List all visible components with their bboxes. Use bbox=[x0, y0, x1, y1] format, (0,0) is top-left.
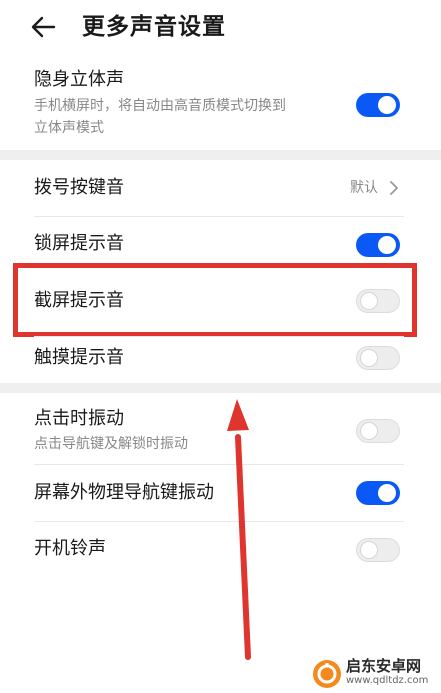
click-vibration-label: 点击时振动 bbox=[34, 408, 124, 429]
nav-key-vibration-toggle[interactable] bbox=[356, 481, 400, 505]
stealth-stereo-desc-line1: 手机横屏时，将自动由高音质模式切换到 bbox=[34, 98, 286, 114]
page-title: 更多声音设置 bbox=[82, 14, 226, 40]
click-vibration-desc: 点击导航键及解锁时振动 bbox=[34, 436, 188, 452]
dial-tone-label: 拨号按键音 bbox=[34, 177, 124, 198]
section-divider bbox=[0, 150, 441, 160]
lock-sound-label: 锁屏提示音 bbox=[34, 233, 124, 254]
watermark-url: www.qdltdz.com bbox=[346, 675, 429, 686]
divider bbox=[34, 216, 404, 217]
dial-tone-value: 默认 bbox=[350, 180, 378, 196]
header: 更多声音设置 bbox=[0, 0, 441, 58]
divider bbox=[34, 336, 404, 337]
annotation-arrow bbox=[227, 399, 251, 660]
stealth-stereo-desc-line2: 立体声模式 bbox=[34, 120, 104, 136]
nav-key-vibration-label: 屏幕外物理导航键振动 bbox=[34, 482, 214, 503]
stealth-stereo-label: 隐身立体声 bbox=[34, 69, 124, 90]
boot-ringtone-label: 开机铃声 bbox=[34, 538, 106, 559]
touch-sound-label: 触摸提示音 bbox=[34, 347, 124, 368]
watermark: 启东安卓网 www.qdltdz.com bbox=[306, 655, 438, 691]
section-divider bbox=[0, 383, 441, 393]
touch-sound-toggle[interactable] bbox=[356, 346, 400, 370]
click-vibration-toggle[interactable] bbox=[356, 419, 400, 443]
highlight-box bbox=[13, 263, 417, 337]
boot-ringtone-toggle[interactable] bbox=[356, 538, 400, 562]
back-button[interactable] bbox=[26, 10, 60, 44]
divider bbox=[34, 521, 404, 522]
watermark-logo-icon bbox=[313, 660, 341, 688]
lock-sound-toggle[interactable] bbox=[356, 233, 400, 257]
stealth-stereo-toggle[interactable] bbox=[356, 93, 400, 117]
arrow-left-icon bbox=[31, 16, 56, 38]
watermark-name: 启东安卓网 bbox=[346, 657, 422, 675]
chevron-right-icon bbox=[390, 181, 398, 195]
divider bbox=[34, 464, 404, 465]
